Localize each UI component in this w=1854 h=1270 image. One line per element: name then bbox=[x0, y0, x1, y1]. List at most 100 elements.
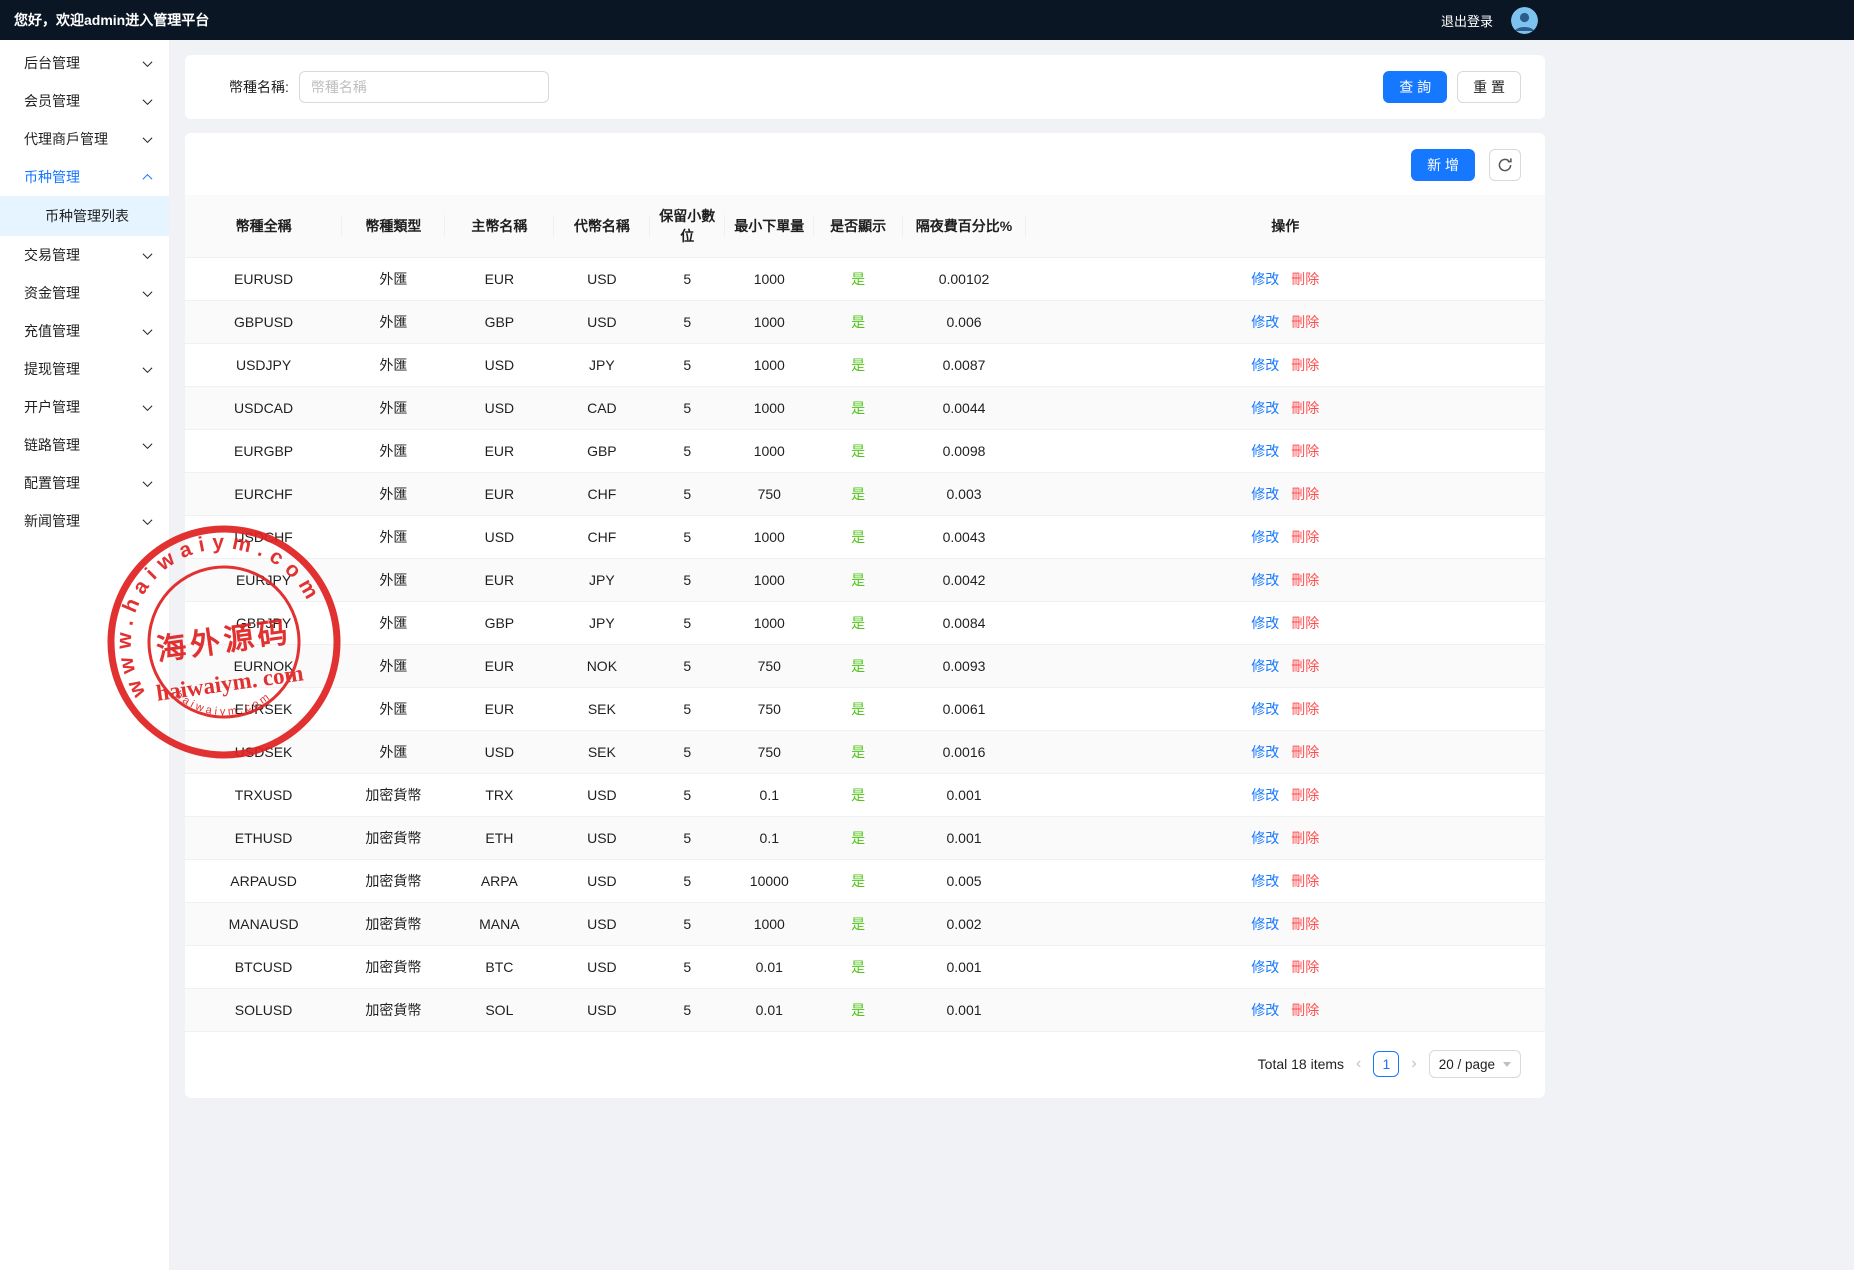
delete-link[interactable]: 刪除 bbox=[1291, 830, 1319, 846]
cell-overnight_fee_pct: 0.00102 bbox=[903, 258, 1026, 301]
edit-link[interactable]: 修改 bbox=[1251, 615, 1279, 631]
topbar-right: 退出登录 bbox=[1441, 7, 1538, 34]
cell-base_currency: USD bbox=[445, 387, 554, 430]
cell-min_order: 1000 bbox=[725, 516, 814, 559]
edit-link[interactable]: 修改 bbox=[1251, 271, 1279, 287]
main-content: 幣種名稱: 查 詢 重 置 新 增 bbox=[170, 40, 1854, 1270]
page-size-value: 20 / page bbox=[1439, 1057, 1495, 1072]
delete-link[interactable]: 刪除 bbox=[1291, 400, 1319, 416]
edit-link[interactable]: 修改 bbox=[1251, 400, 1279, 416]
edit-link[interactable]: 修改 bbox=[1251, 959, 1279, 975]
search-input[interactable] bbox=[299, 71, 549, 103]
delete-link[interactable]: 刪除 bbox=[1291, 271, 1319, 287]
delete-link[interactable]: 刪除 bbox=[1291, 357, 1319, 373]
total-items: Total 18 items bbox=[1258, 1056, 1344, 1072]
add-button[interactable]: 新 增 bbox=[1411, 149, 1475, 181]
edit-link[interactable]: 修改 bbox=[1251, 744, 1279, 760]
delete-link[interactable]: 刪除 bbox=[1291, 701, 1319, 717]
column-header: 保留小數位 bbox=[650, 195, 725, 258]
sidebar-item-新闻管理[interactable]: 新闻管理 bbox=[0, 502, 169, 540]
edit-link[interactable]: 修改 bbox=[1251, 658, 1279, 674]
delete-link[interactable]: 刪除 bbox=[1291, 873, 1319, 889]
search-panel: 幣種名稱: 查 詢 重 置 bbox=[185, 55, 1545, 119]
column-header: 主幣名稱 bbox=[445, 195, 554, 258]
sidebar-subitem-币种管理列表[interactable]: 币种管理列表 bbox=[0, 196, 169, 236]
edit-link[interactable]: 修改 bbox=[1251, 873, 1279, 889]
table-panel: 新 增 幣種全稱幣種類型主幣名稱代幣名稱保留小數位最小下單量是否顯示隔夜費百分比… bbox=[185, 133, 1545, 1098]
logout-link[interactable]: 退出登录 bbox=[1441, 11, 1493, 30]
page-number-button[interactable]: 1 bbox=[1373, 1051, 1399, 1077]
cell-name: ARPAUSD bbox=[185, 860, 342, 903]
sidebar-item-配置管理[interactable]: 配置管理 bbox=[0, 464, 169, 502]
pagination: Total 18 items ‹ 1 › 20 / page bbox=[185, 1032, 1545, 1098]
edit-link[interactable]: 修改 bbox=[1251, 916, 1279, 932]
cell-quote_currency: USD bbox=[554, 946, 650, 989]
edit-link[interactable]: 修改 bbox=[1251, 787, 1279, 803]
chevron-down-icon bbox=[143, 57, 153, 67]
delete-link[interactable]: 刪除 bbox=[1291, 744, 1319, 760]
cell-quote_currency: GBP bbox=[554, 430, 650, 473]
sidebar-item-会员管理[interactable]: 会员管理 bbox=[0, 82, 169, 120]
sidebar-item-提现管理[interactable]: 提现管理 bbox=[0, 350, 169, 388]
refresh-button[interactable] bbox=[1489, 149, 1521, 181]
chevron-down-icon bbox=[143, 325, 153, 335]
cell-visible: 是 bbox=[814, 387, 903, 430]
edit-link[interactable]: 修改 bbox=[1251, 443, 1279, 459]
sidebar-item-充值管理[interactable]: 充值管理 bbox=[0, 312, 169, 350]
page-size-select[interactable]: 20 / page bbox=[1429, 1050, 1521, 1078]
sidebar-item-链路管理[interactable]: 链路管理 bbox=[0, 426, 169, 464]
delete-link[interactable]: 刪除 bbox=[1291, 916, 1319, 932]
delete-link[interactable]: 刪除 bbox=[1291, 486, 1319, 502]
cell-actions: 修改刪除 bbox=[1026, 344, 1545, 387]
sidebar-item-后台管理[interactable]: 后台管理 bbox=[0, 44, 169, 82]
sidebar-item-label: 新闻管理 bbox=[24, 511, 80, 531]
delete-link[interactable]: 刪除 bbox=[1291, 959, 1319, 975]
sidebar-item-交易管理[interactable]: 交易管理 bbox=[0, 236, 169, 274]
edit-link[interactable]: 修改 bbox=[1251, 529, 1279, 545]
cell-overnight_fee_pct: 0.0061 bbox=[903, 688, 1026, 731]
cell-decimals: 5 bbox=[650, 301, 725, 344]
chevron-down-icon bbox=[1503, 1062, 1511, 1067]
cell-base_currency: USD bbox=[445, 516, 554, 559]
edit-link[interactable]: 修改 bbox=[1251, 701, 1279, 717]
delete-link[interactable]: 刪除 bbox=[1291, 658, 1319, 674]
sidebar-item-资金管理[interactable]: 资金管理 bbox=[0, 274, 169, 312]
cell-name: USDCHF bbox=[185, 516, 342, 559]
avatar[interactable] bbox=[1511, 7, 1538, 34]
next-page-button[interactable]: › bbox=[1409, 1055, 1418, 1073]
column-header: 最小下單量 bbox=[725, 195, 814, 258]
sidebar-item-代理商戶管理[interactable]: 代理商戶管理 bbox=[0, 120, 169, 158]
edit-link[interactable]: 修改 bbox=[1251, 1002, 1279, 1018]
delete-link[interactable]: 刪除 bbox=[1291, 443, 1319, 459]
delete-link[interactable]: 刪除 bbox=[1291, 787, 1319, 803]
reset-button[interactable]: 重 置 bbox=[1457, 71, 1521, 103]
prev-page-button[interactable]: ‹ bbox=[1354, 1055, 1363, 1073]
cell-actions: 修改刪除 bbox=[1026, 473, 1545, 516]
sidebar-item-开户管理[interactable]: 开户管理 bbox=[0, 388, 169, 426]
cell-name: ETHUSD bbox=[185, 817, 342, 860]
sidebar-item-币种管理[interactable]: 币种管理 bbox=[0, 158, 169, 196]
cell-base_currency: EUR bbox=[445, 688, 554, 731]
delete-link[interactable]: 刪除 bbox=[1291, 572, 1319, 588]
delete-link[interactable]: 刪除 bbox=[1291, 529, 1319, 545]
table-row: USDCAD外匯USDCAD51000是0.0044修改刪除 bbox=[185, 387, 1545, 430]
cell-actions: 修改刪除 bbox=[1026, 989, 1545, 1032]
cell-type: 加密貨幣 bbox=[342, 946, 445, 989]
edit-link[interactable]: 修改 bbox=[1251, 357, 1279, 373]
delete-link[interactable]: 刪除 bbox=[1291, 1002, 1319, 1018]
table-row: USDJPY外匯USDJPY51000是0.0087修改刪除 bbox=[185, 344, 1545, 387]
edit-link[interactable]: 修改 bbox=[1251, 314, 1279, 330]
query-button[interactable]: 查 詢 bbox=[1383, 71, 1447, 103]
edit-link[interactable]: 修改 bbox=[1251, 486, 1279, 502]
delete-link[interactable]: 刪除 bbox=[1291, 615, 1319, 631]
chevron-down-icon bbox=[143, 133, 153, 143]
edit-link[interactable]: 修改 bbox=[1251, 572, 1279, 588]
sidebar-item-label: 开户管理 bbox=[24, 397, 80, 417]
cell-quote_currency: JPY bbox=[554, 559, 650, 602]
sidebar: 后台管理会员管理代理商戶管理币种管理币种管理列表交易管理资金管理充值管理提现管理… bbox=[0, 40, 170, 1270]
edit-link[interactable]: 修改 bbox=[1251, 830, 1279, 846]
cell-visible: 是 bbox=[814, 645, 903, 688]
delete-link[interactable]: 刪除 bbox=[1291, 314, 1319, 330]
cell-name: USDSEK bbox=[185, 731, 342, 774]
table-row: GBPJPY外匯GBPJPY51000是0.0084修改刪除 bbox=[185, 602, 1545, 645]
